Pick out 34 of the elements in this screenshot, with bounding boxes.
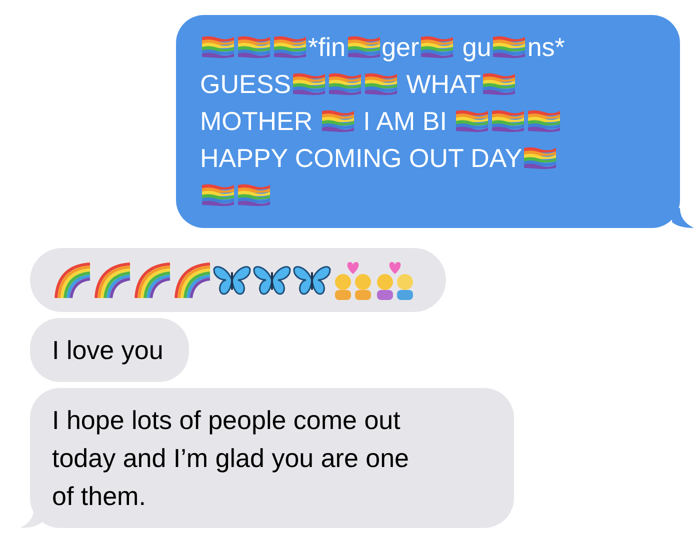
- message-text: HAPPY COMING OUT DAY: [200, 143, 522, 173]
- message-text: I love you: [52, 335, 164, 365]
- message-text: ns*: [527, 32, 565, 62]
- couple-with-heart-icon: [332, 260, 374, 300]
- message-text: I AM BI: [362, 106, 448, 136]
- rainbow-flag-icon: [237, 183, 271, 207]
- message-text: MOTHER: [200, 106, 314, 136]
- rainbow-flag-icon: [328, 72, 362, 96]
- rainbow-icon: [172, 260, 212, 300]
- rainbow-flag-icon: [273, 35, 307, 59]
- message-text: gu: [461, 32, 492, 62]
- rainbow-flag-icon: [364, 72, 398, 96]
- rainbow-icon: [92, 260, 132, 300]
- rainbow-flag-icon: [482, 72, 516, 96]
- message-text: ger: [382, 32, 420, 62]
- message-text: *fin: [308, 32, 346, 62]
- rainbow-flag-icon: [523, 146, 558, 170]
- rainbow-flag-icon: [455, 109, 490, 133]
- rainbow-flag-icon: [527, 109, 562, 133]
- rainbow-icon: [52, 260, 92, 300]
- rainbow-icon: [132, 260, 172, 300]
- message-text: GUESS: [200, 69, 292, 99]
- rainbow-flag-icon: [492, 35, 526, 59]
- message-text: WHAT: [405, 69, 481, 99]
- rainbow-flag-icon: [420, 35, 454, 59]
- couple-with-heart-icon: [374, 260, 416, 300]
- rainbow-flag-icon: [292, 72, 326, 96]
- message-text: I hope lots of people come out today and I’m glad you are one of them.: [52, 404, 410, 513]
- rainbow-flag-icon: [346, 35, 381, 59]
- rainbow-flag-icon: [320, 109, 355, 133]
- rainbow-flag-icon: [201, 183, 235, 207]
- rainbow-flag-icon: [237, 35, 271, 59]
- rainbow-flag-icon: [491, 109, 526, 133]
- rainbow-flag-icon: [201, 35, 235, 59]
